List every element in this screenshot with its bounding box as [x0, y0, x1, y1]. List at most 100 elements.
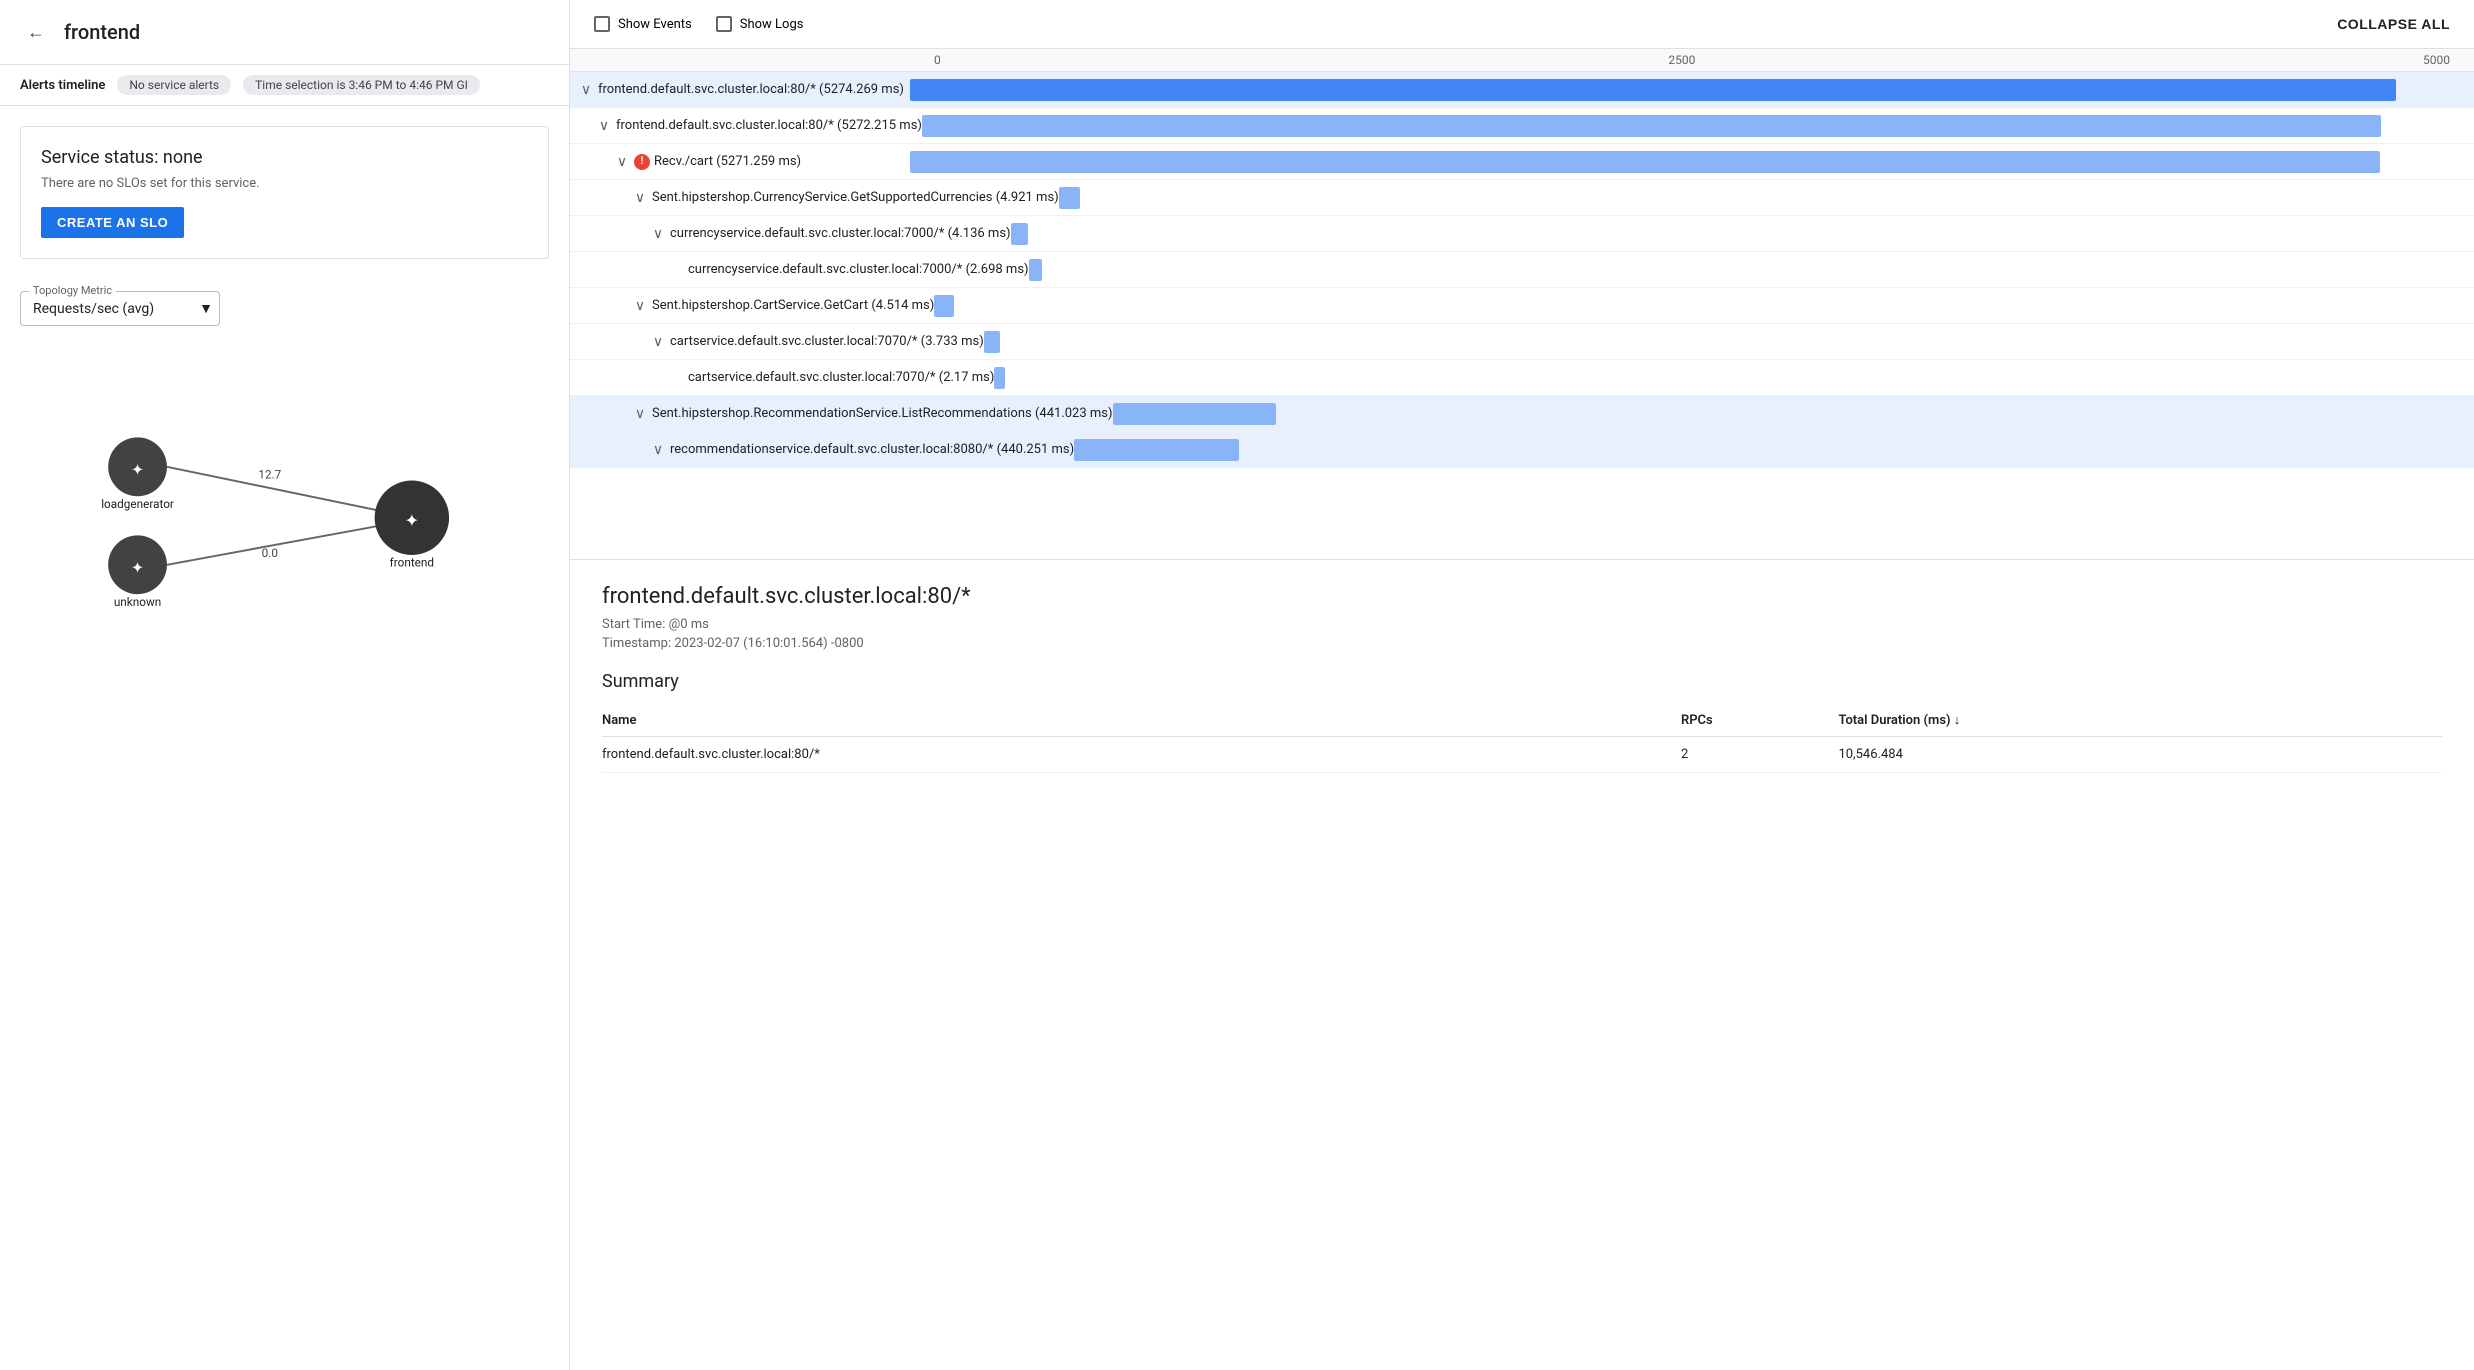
- chevron-icon[interactable]: ∨: [632, 190, 648, 206]
- chevron-icon[interactable]: ∨: [632, 406, 648, 422]
- trace-toolbar: Show Events Show Logs COLLAPSE ALL: [570, 0, 2474, 49]
- trace-bar-area: [1011, 220, 2474, 248]
- right-panel: Show Events Show Logs COLLAPSE ALL 0 250…: [570, 0, 2474, 1370]
- trace-panel: Show Events Show Logs COLLAPSE ALL 0 250…: [570, 0, 2474, 560]
- trace-bar-area: [1113, 400, 2474, 428]
- trace-bar-area: [1059, 184, 2474, 212]
- topology-graph: 12.7 0.0 ✦ loadgenerator ✦ unknown ✦ fro…: [20, 356, 549, 656]
- chevron-icon[interactable]: ∨: [614, 154, 630, 170]
- trace-row-indent: ∨!Recv./cart (5271.259 ms): [570, 154, 910, 170]
- trace-row-indent: currencyservice.default.svc.cluster.loca…: [570, 262, 1029, 277]
- chevron-icon[interactable]: ∨: [632, 298, 648, 314]
- trace-row-indent: ∨ frontend.default.svc.cluster.local:80/*…: [570, 82, 910, 98]
- col-duration: Total Duration (ms) ↓: [1838, 704, 2442, 737]
- detail-title: frontend.default.svc.cluster.local:80/*: [602, 584, 2442, 609]
- trace-row[interactable]: ∨ frontend.default.svc.cluster.local:80/*…: [570, 72, 2474, 108]
- col-name: Name: [602, 704, 1681, 737]
- trace-bar: [922, 115, 2381, 137]
- trace-name: frontend.default.svc.cluster.local:80/* …: [616, 118, 922, 133]
- trace-name: Sent.hipstershop.CartService.GetCart (4.…: [652, 298, 934, 313]
- unknown-label: unknown: [114, 595, 161, 609]
- axis-labels: 0 2500 5000: [910, 53, 2474, 67]
- chevron-icon[interactable]: ∨: [650, 226, 666, 242]
- back-button[interactable]: ←: [20, 16, 52, 48]
- page-title: frontend: [64, 20, 140, 44]
- detail-start-time: Start Time: @0 ms: [602, 617, 2442, 632]
- detail-timestamp: Timestamp: 2023-02-07 (16:10:01.564) -08…: [602, 636, 2442, 651]
- table-cell-name: frontend.default.svc.cluster.local:80/*: [602, 737, 1681, 773]
- chevron-down-icon: ▼: [199, 300, 213, 317]
- trace-row-indent: ∨ Sent.hipstershop.CartService.GetCart (4…: [570, 298, 934, 314]
- trace-bar: [1029, 259, 1042, 281]
- summary-title: Summary: [602, 671, 2442, 692]
- chevron-icon[interactable]: ∨: [650, 334, 666, 350]
- axis-5000: 5000: [2423, 53, 2450, 67]
- trace-row[interactable]: ∨!Recv./cart (5271.259 ms): [570, 144, 2474, 180]
- trace-name: currencyservice.default.svc.cluster.loca…: [688, 262, 1029, 277]
- trace-bar: [1074, 439, 1239, 461]
- topology-metric-dropdown[interactable]: Requests/sec (avg) ▼: [29, 296, 217, 321]
- topology-section: Topology Metric Requests/sec (avg) ▼ 12.…: [0, 279, 569, 656]
- trace-bar-area: [910, 148, 2474, 176]
- axis-2500: 2500: [1668, 53, 1695, 67]
- chevron-icon[interactable]: ∨: [578, 82, 594, 98]
- show-logs-checkbox[interactable]: Show Logs: [716, 16, 804, 32]
- loadgenerator-label: loadgenerator: [101, 497, 174, 511]
- trace-row[interactable]: ∨ Sent.hipstershop.CurrencyService.GetSup…: [570, 180, 2474, 216]
- trace-bar-area: [984, 328, 2474, 356]
- trace-name: Recv./cart (5271.259 ms): [654, 154, 801, 169]
- trace-row[interactable]: ∨ frontend.default.svc.cluster.local:80/*…: [570, 108, 2474, 144]
- trace-row[interactable]: ∨currencyservice.default.svc.cluster.loc…: [570, 216, 2474, 252]
- edge-label-loadgenerator: 12.7: [258, 468, 281, 482]
- trace-row-indent: ∨currencyservice.default.svc.cluster.loc…: [570, 226, 1011, 242]
- trace-bar-area: [910, 76, 2474, 104]
- trace-bar: [1113, 403, 1276, 425]
- chevron-icon[interactable]: ∨: [650, 442, 666, 458]
- trace-row-indent: cartservice.default.svc.cluster.local:70…: [570, 370, 994, 385]
- trace-row[interactable]: ∨cartservice.default.svc.cluster.local:7…: [570, 324, 2474, 360]
- trace-bar-area: [1074, 436, 2474, 464]
- trace-bar: [984, 331, 1000, 353]
- trace-row[interactable]: ∨ recommendationservice.default.svc.clust…: [570, 432, 2474, 468]
- no-alerts-badge: No service alerts: [117, 75, 231, 95]
- trace-row[interactable]: ∨ Sent.hipstershop.CartService.GetCart (4…: [570, 288, 2474, 324]
- col-rpcs: RPCs: [1681, 704, 1838, 737]
- create-slo-button[interactable]: CREATE AN SLO: [41, 207, 184, 238]
- trace-bar: [1059, 187, 1080, 209]
- trace-row-indent: ∨ Sent.hipstershop.CurrencyService.GetSup…: [570, 190, 1059, 206]
- loadgenerator-icon: ✦: [131, 460, 144, 479]
- trace-rows: ∨ frontend.default.svc.cluster.local:80/*…: [570, 72, 2474, 559]
- show-logs-label: Show Logs: [740, 17, 804, 32]
- trace-name: Sent.hipstershop.RecommendationService.L…: [652, 406, 1113, 421]
- show-events-checkbox[interactable]: Show Events: [594, 16, 692, 32]
- unknown-icon: ✦: [131, 558, 144, 577]
- trace-name: Sent.hipstershop.CurrencyService.GetSupp…: [652, 190, 1059, 205]
- trace-bar-area: [922, 112, 2474, 140]
- topology-metric-legend: Topology Metric: [29, 284, 116, 297]
- trace-name: frontend.default.svc.cluster.local:80/* …: [598, 82, 904, 97]
- frontend-icon: ✦: [404, 511, 419, 531]
- trace-bar: [910, 151, 2380, 173]
- show-events-checkbox-box: [594, 16, 610, 32]
- service-status-desc: There are no SLOs set for this service.: [41, 176, 528, 191]
- topology-svg: 12.7 0.0 ✦ loadgenerator ✦ unknown ✦ fro…: [20, 356, 549, 656]
- trace-bar: [910, 79, 2396, 101]
- trace-bar-area: [1029, 256, 2474, 284]
- trace-bar: [1011, 223, 1029, 245]
- chevron-icon[interactable]: ∨: [596, 118, 612, 134]
- sort-down-icon: ↓: [1954, 713, 1961, 728]
- trace-row[interactable]: cartservice.default.svc.cluster.local:70…: [570, 360, 2474, 396]
- show-events-label: Show Events: [618, 17, 692, 32]
- alerts-timeline-bar: Alerts timeline No service alerts Time s…: [0, 65, 569, 106]
- service-status-title: Service status: none: [41, 147, 528, 168]
- collapse-all-button[interactable]: COLLAPSE ALL: [2337, 16, 2450, 32]
- trace-row[interactable]: currencyservice.default.svc.cluster.loca…: [570, 252, 2474, 288]
- left-panel: ← frontend Alerts timeline No service al…: [0, 0, 570, 1370]
- trace-name: recommendationservice.default.svc.cluste…: [670, 442, 1074, 457]
- topology-metric-wrapper: Topology Metric Requests/sec (avg) ▼: [20, 291, 549, 326]
- trace-bar: [934, 295, 954, 317]
- trace-row[interactable]: ∨ Sent.hipstershop.RecommendationService.…: [570, 396, 2474, 432]
- trace-row-indent: ∨ recommendationservice.default.svc.clust…: [570, 442, 1074, 458]
- trace-name: cartservice.default.svc.cluster.local:70…: [688, 370, 994, 385]
- axis-row: 0 2500 5000: [570, 49, 2474, 72]
